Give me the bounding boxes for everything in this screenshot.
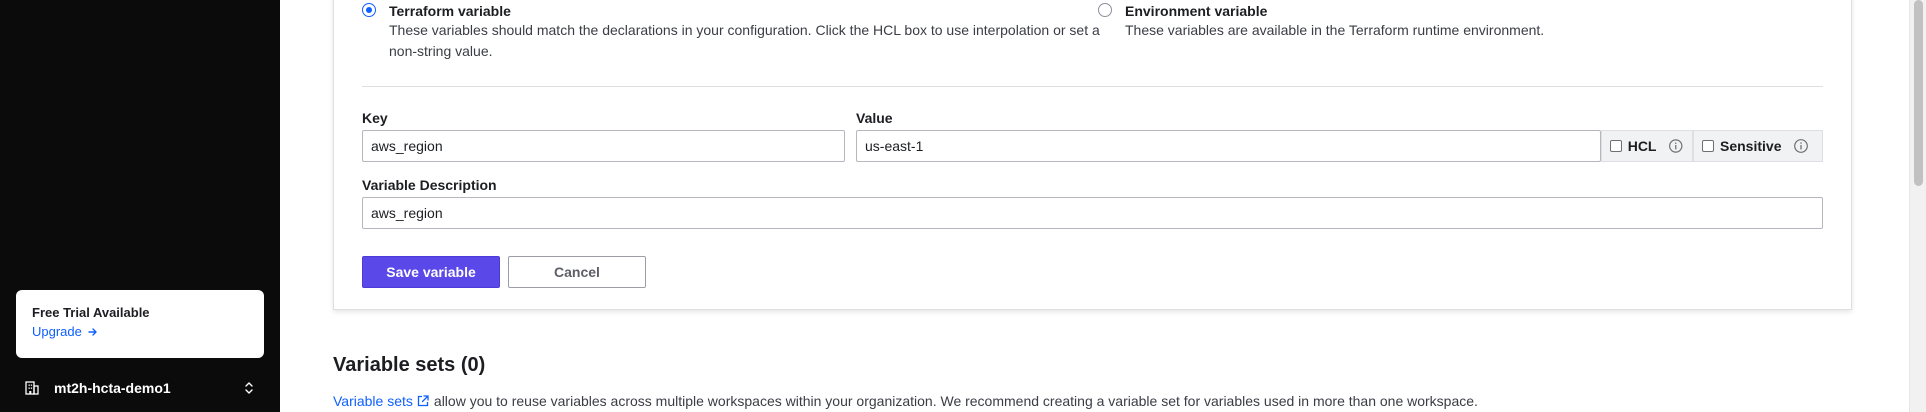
terraform-variable-description: These variables should match the declara… [389, 22, 1100, 59]
hcl-toggle[interactable]: HCL [1601, 130, 1693, 162]
cancel-button[interactable]: Cancel [508, 256, 646, 288]
sidebar: Free Trial Available Upgrade mt2h-hcta-d… [0, 0, 280, 412]
variable-sets-description: Variable sets allow you to reuse variabl… [333, 392, 1478, 410]
terraform-variable-radio[interactable] [362, 3, 376, 17]
organization-switcher[interactable]: mt2h-hcta-demo1 [24, 376, 256, 400]
environment-variable-radio[interactable] [1098, 3, 1112, 17]
organization-name[interactable]: mt2h-hcta-demo1 [54, 380, 242, 396]
variable-description-input[interactable] [362, 197, 1823, 229]
terraform-variable-option[interactable]: Terraform variable These variables shoul… [362, 2, 1100, 62]
upgrade-link-label[interactable]: Upgrade [32, 324, 82, 340]
building-icon [25, 381, 39, 395]
environment-variable-label: Environment variable [1125, 3, 1268, 19]
page-scrollbar[interactable] [1909, 0, 1926, 412]
info-icon[interactable] [1793, 138, 1809, 154]
value-input[interactable] [856, 130, 1601, 162]
save-variable-button[interactable]: Save variable [362, 256, 500, 288]
variable-description-label: Variable Description [362, 177, 497, 193]
environment-variable-description: These variables are available in the Ter… [1125, 22, 1545, 38]
environment-variable-option[interactable]: Environment variable These variables are… [1098, 2, 1544, 62]
arrow-right-icon [88, 328, 97, 336]
hcl-checkbox[interactable] [1610, 140, 1622, 152]
chevron-up-down-icon [245, 382, 253, 394]
variable-sets-description-text: allow you to reuse variables across mult… [433, 393, 1478, 409]
variable-sets-heading: Variable sets (0) [333, 354, 486, 376]
free-trial-title: Free Trial Available [32, 305, 150, 320]
upgrade-link[interactable]: Upgrade [32, 324, 248, 340]
sensitive-label: Sensitive [1720, 138, 1782, 154]
free-trial-card: Free Trial Available Upgrade [16, 290, 264, 358]
sensitive-toggle[interactable]: Sensitive [1693, 130, 1823, 162]
add-variable-panel: Terraform variable These variables shoul… [333, 0, 1852, 310]
value-label: Value [856, 110, 893, 126]
sensitive-checkbox[interactable] [1702, 140, 1714, 152]
variable-category-group: Terraform variable These variables shoul… [362, 2, 1544, 62]
external-link-icon[interactable] [416, 394, 430, 408]
variable-sets-link[interactable]: Variable sets [333, 393, 413, 409]
scrollbar-thumb[interactable] [1914, 0, 1923, 186]
key-label: Key [362, 110, 388, 126]
hcl-label: HCL [1627, 138, 1657, 154]
terraform-variable-label: Terraform variable [389, 3, 511, 19]
key-input[interactable] [362, 130, 845, 162]
info-icon[interactable] [1668, 138, 1684, 154]
divider [362, 86, 1823, 87]
